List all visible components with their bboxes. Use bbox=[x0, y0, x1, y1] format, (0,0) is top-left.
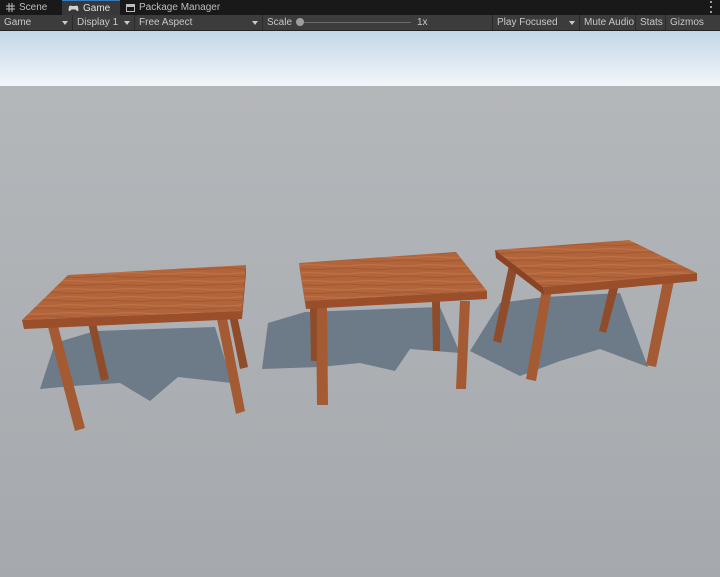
scale-control: Scale 1x bbox=[263, 15, 493, 30]
chevron-down-icon bbox=[62, 21, 68, 25]
stats-label: Stats bbox=[640, 17, 663, 28]
aspect-value: Free Aspect bbox=[139, 17, 193, 28]
tab-scene-label: Scene bbox=[19, 2, 48, 13]
chevron-down-icon bbox=[252, 21, 258, 25]
package-icon bbox=[126, 4, 135, 12]
mute-audio-label: Mute Audio bbox=[584, 17, 635, 28]
scale-value: 1x bbox=[417, 17, 428, 28]
view-mode-dropdown[interactable]: Game bbox=[0, 15, 73, 30]
more-options-icon[interactable] bbox=[708, 1, 714, 13]
scale-slider-track[interactable] bbox=[299, 22, 411, 23]
game-toolbar: Game Display 1 Free Aspect Scale 1x Play… bbox=[0, 15, 720, 31]
tab-package-manager-label: Package Manager bbox=[139, 2, 221, 13]
play-mode-value: Play Focused bbox=[497, 17, 558, 28]
table-leg bbox=[316, 307, 328, 405]
gamepad-icon bbox=[68, 5, 79, 11]
gizmos-button[interactable]: Gizmos bbox=[666, 15, 720, 30]
tab-game[interactable]: Game bbox=[62, 0, 120, 15]
tab-scene[interactable]: Scene bbox=[0, 0, 62, 15]
gizmos-label: Gizmos bbox=[670, 17, 704, 28]
display-value: Display 1 bbox=[77, 17, 119, 28]
grid-icon bbox=[6, 3, 15, 12]
chevron-down-icon bbox=[569, 21, 575, 25]
scale-label: Scale bbox=[267, 17, 293, 28]
table-leg bbox=[432, 301, 440, 351]
stats-button[interactable]: Stats bbox=[636, 15, 666, 30]
table-leg bbox=[310, 307, 317, 361]
tab-package-manager[interactable]: Package Manager bbox=[120, 0, 230, 15]
tab-bar: Scene Game Package Manager bbox=[0, 0, 720, 15]
tab-game-label: Game bbox=[83, 2, 111, 14]
view-mode-value: Game bbox=[4, 17, 32, 28]
display-dropdown[interactable]: Display 1 bbox=[73, 15, 135, 30]
mute-audio-button[interactable]: Mute Audio bbox=[580, 15, 636, 30]
play-mode-dropdown[interactable]: Play Focused bbox=[492, 15, 580, 30]
aspect-dropdown[interactable]: Free Aspect bbox=[135, 15, 263, 30]
scale-slider-thumb[interactable] bbox=[296, 18, 304, 26]
chevron-down-icon bbox=[124, 21, 130, 25]
game-viewport[interactable] bbox=[0, 31, 720, 577]
sky bbox=[0, 31, 720, 86]
